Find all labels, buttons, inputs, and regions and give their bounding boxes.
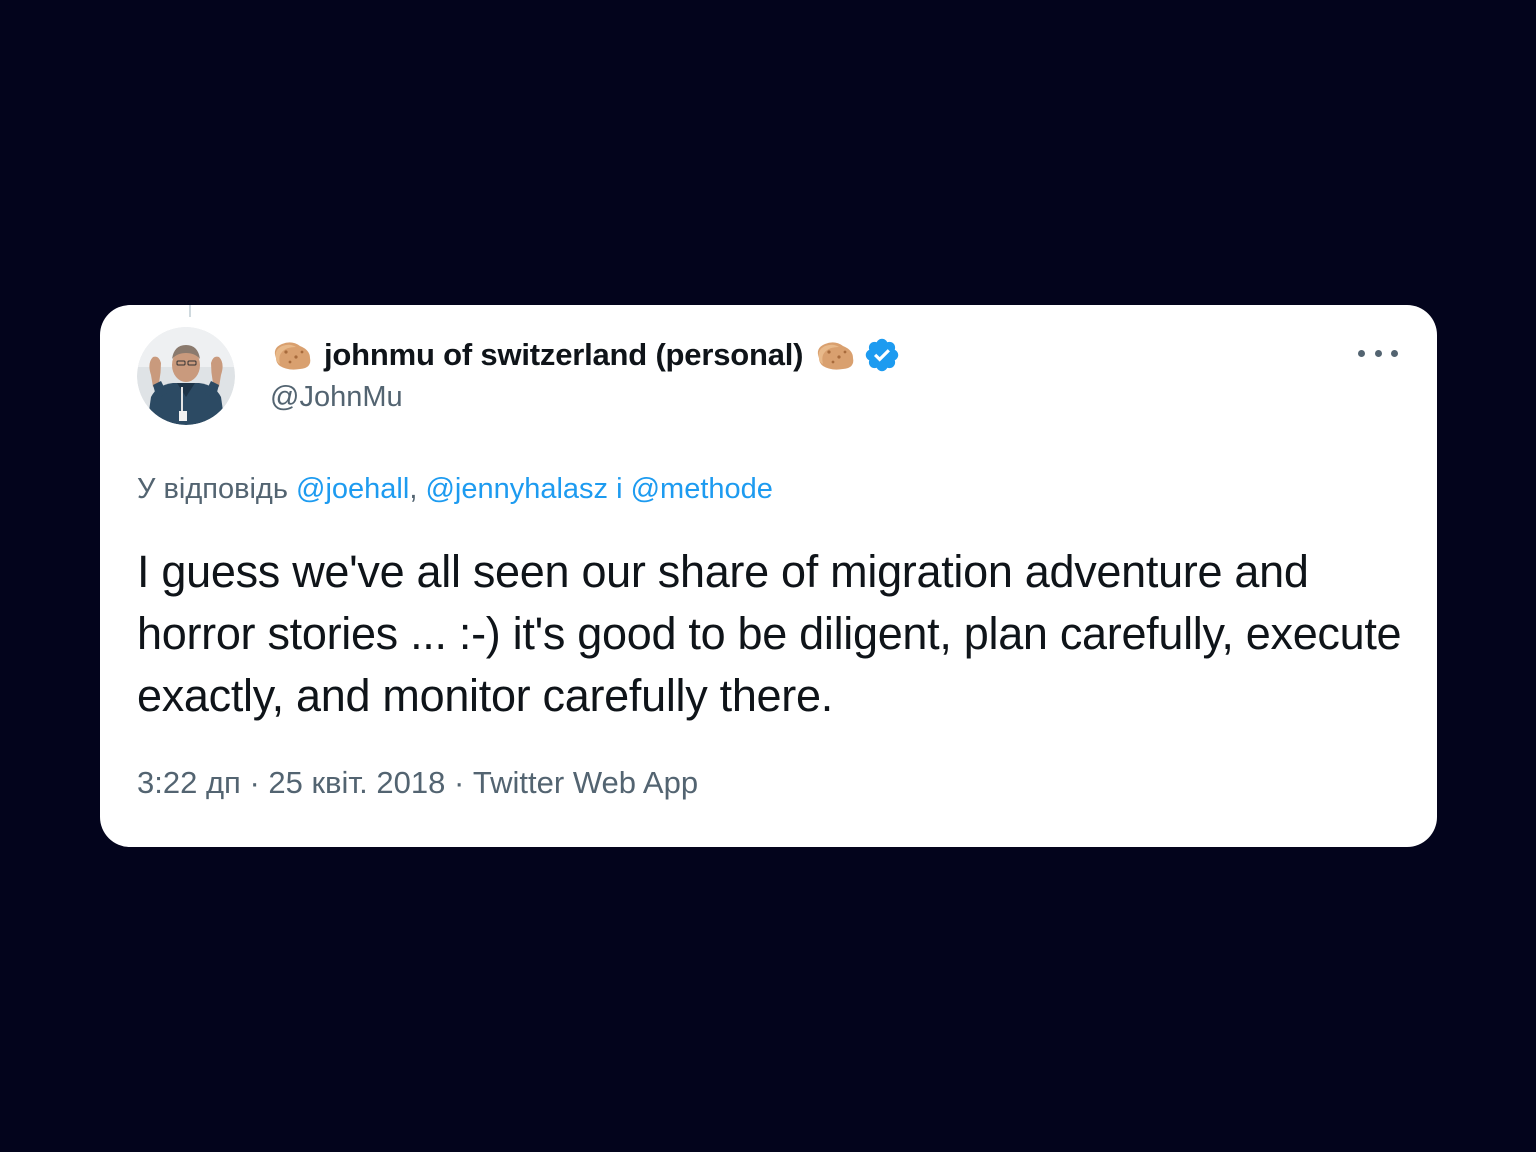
tweet-card: johnmu of switzerland (personal) @JohnMu…	[100, 305, 1437, 847]
reply-separator: ,	[409, 473, 426, 505]
user-handle[interactable]: @JohnMu	[270, 381, 403, 414]
reply-context: У відповідь @joehall, @jennyhalasz і @me…	[137, 473, 773, 506]
tweet-source-link[interactable]: Twitter Web App	[473, 765, 698, 800]
thread-line	[189, 305, 191, 317]
display-name[interactable]: johnmu of switzerland (personal)	[324, 337, 803, 373]
reply-separator: і	[608, 473, 631, 505]
verified-badge-icon	[866, 338, 899, 372]
more-icon	[1374, 349, 1382, 357]
mention-jennyhalasz[interactable]: @jennyhalasz	[425, 473, 608, 505]
meta-separator: ·	[240, 765, 269, 800]
potato-icon	[818, 342, 854, 370]
more-icon	[1391, 349, 1398, 357]
tweet-date-link[interactable]: 25 квіт. 2018	[268, 765, 445, 800]
tweet-time-link[interactable]: 3:22 дп	[137, 765, 241, 800]
reply-prefix: У відповідь	[137, 473, 288, 505]
more-button[interactable]	[1358, 343, 1398, 363]
meta-separator: ·	[445, 765, 473, 800]
mention-joehall[interactable]: @joehall	[296, 473, 409, 505]
name-row: johnmu of switzerland (personal)	[270, 335, 901, 375]
tweet-text: I guess we've all seen our share of migr…	[137, 546, 1402, 721]
tweet-meta: 3:22 дп · 25 квіт. 2018 · Twitter Web Ap…	[137, 765, 698, 801]
avatar[interactable]	[137, 327, 235, 425]
potato-icon	[274, 342, 311, 370]
more-icon	[1358, 349, 1365, 357]
mention-methode[interactable]: @methode	[631, 473, 773, 505]
